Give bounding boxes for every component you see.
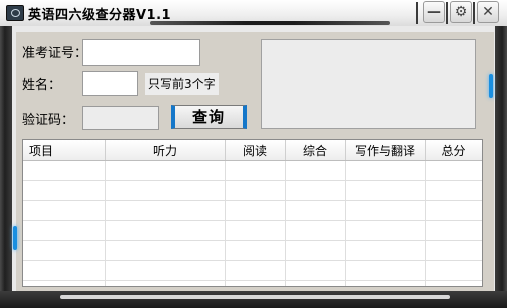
frame-light-left <box>13 226 17 250</box>
table-cell <box>23 220 106 241</box>
table-row[interactable] <box>23 200 482 221</box>
table-cell <box>23 260 106 281</box>
ticket-number-input[interactable] <box>82 39 200 66</box>
minimize-icon: — <box>427 4 441 20</box>
table-cell <box>285 180 346 201</box>
window-title: 英语四六级查分器V1.1 <box>28 8 172 23</box>
table-row[interactable] <box>23 180 482 201</box>
frame-left <box>0 26 12 308</box>
table-cell <box>23 160 106 181</box>
column-header-total[interactable]: 总分 <box>425 140 482 161</box>
table-cell <box>425 160 482 181</box>
table-cell <box>425 180 482 201</box>
close-icon: ✕ <box>482 4 494 20</box>
close-button[interactable]: ✕ <box>477 1 499 23</box>
table-cell <box>345 200 426 221</box>
table-cell <box>225 280 286 286</box>
table-row[interactable] <box>23 220 482 241</box>
table-row[interactable] <box>23 280 482 286</box>
table-cell <box>425 240 482 261</box>
table-cell <box>425 280 482 286</box>
app-window: 英语四六级查分器V1.1 — ⚙ ✕ 准考证号： 姓名： 只写前3个字 验证码：… <box>0 0 507 308</box>
table-cell <box>105 220 226 241</box>
title-bar[interactable]: 英语四六级查分器V1.1 — ⚙ ✕ <box>0 0 507 26</box>
table-cell <box>225 160 286 181</box>
frame-bottom <box>0 291 507 308</box>
column-header-item[interactable]: 项目 <box>23 140 106 161</box>
frame-light-right <box>489 74 493 98</box>
table-cell <box>345 280 426 286</box>
table-cell <box>23 280 106 286</box>
column-header-listening[interactable]: 听力 <box>105 140 226 161</box>
table-cell <box>285 280 346 286</box>
titlebar-divider <box>416 2 418 24</box>
table-cell <box>225 260 286 281</box>
table-cell <box>23 180 106 201</box>
table-cell <box>105 240 226 261</box>
table-cell <box>425 220 482 241</box>
titlebar-divider <box>473 2 475 24</box>
table-cell <box>23 240 106 261</box>
gear-icon: ⚙ <box>454 4 468 20</box>
table-cell <box>23 200 106 221</box>
table-cell <box>225 220 286 241</box>
app-icon <box>6 5 24 21</box>
table-cell <box>285 160 346 181</box>
results-table[interactable]: 项目 听力 阅读 综合 写作与翻译 总分 <box>22 139 483 287</box>
column-header-comprehensive[interactable]: 综合 <box>285 140 346 161</box>
table-cell <box>345 220 426 241</box>
table-cell <box>425 260 482 281</box>
table-cell <box>105 280 226 286</box>
captcha-label: 验证码： <box>22 113 75 128</box>
table-header-row: 项目 听力 阅读 综合 写作与翻译 总分 <box>23 140 482 161</box>
table-cell <box>105 200 226 221</box>
query-button[interactable]: 查询 <box>171 105 247 129</box>
frame-bottom-accent <box>60 295 450 299</box>
table-cell <box>345 160 426 181</box>
table-cell <box>285 260 346 281</box>
minimize-button[interactable]: — <box>423 1 445 23</box>
titlebar-accent <box>150 21 390 25</box>
column-header-reading[interactable]: 阅读 <box>225 140 286 161</box>
table-row[interactable] <box>23 260 482 281</box>
table-cell <box>345 260 426 281</box>
captcha-input[interactable] <box>82 106 159 130</box>
table-cell <box>425 200 482 221</box>
column-header-writing-translation[interactable]: 写作与翻译 <box>345 140 426 161</box>
name-hint: 只写前3个字 <box>145 73 219 95</box>
ticket-label: 准考证号： <box>22 46 88 61</box>
titlebar-divider <box>446 2 448 24</box>
frame-right <box>495 26 507 308</box>
table-cell <box>225 200 286 221</box>
table-cell <box>285 240 346 261</box>
table-cell <box>105 160 226 181</box>
settings-button[interactable]: ⚙ <box>450 1 472 23</box>
name-label: 姓名： <box>22 78 62 93</box>
table-cell <box>345 240 426 261</box>
table-cell <box>225 180 286 201</box>
name-input[interactable] <box>82 71 138 96</box>
table-cell <box>225 240 286 261</box>
table-cell <box>285 220 346 241</box>
captcha-image[interactable] <box>261 39 476 129</box>
table-cell <box>105 180 226 201</box>
table-row[interactable] <box>23 240 482 261</box>
table-cell <box>105 260 226 281</box>
table-cell <box>345 180 426 201</box>
table-row[interactable] <box>23 160 482 181</box>
table-cell <box>285 200 346 221</box>
